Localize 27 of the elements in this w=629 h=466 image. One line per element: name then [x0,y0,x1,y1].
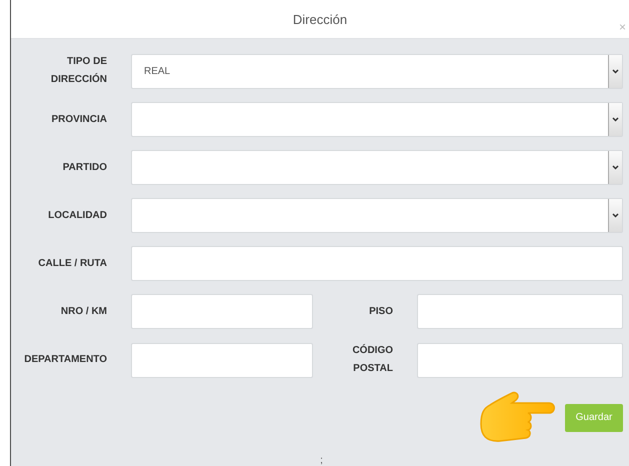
dialog-title: Dirección [292,12,348,26]
input-field[interactable] [417,342,623,378]
chevron-down-icon[interactable] [612,68,619,74]
input-field[interactable] [131,342,313,378]
chevron-down-icon[interactable] [612,213,619,218]
input-field[interactable] [417,294,623,329]
field-label: PROVINCIA [50,112,107,126]
input-field[interactable] [131,246,623,281]
field-label: DEPARTAMENTO [23,353,107,367]
pointing-hand-icon [478,391,555,444]
field-label: CÓDIGO POSTAL [351,343,394,376]
field-label: PISO [368,304,394,318]
select-field[interactable]: REAL [131,54,623,88]
field-label: NRO / KM [60,304,107,318]
select-field[interactable] [131,150,623,185]
field-label: TIPO DE DIRECCIÓN [50,55,107,87]
chevron-down-icon[interactable] [612,117,619,122]
input-field[interactable] [131,294,313,329]
field-label: PARTIDO [62,160,107,174]
chevron-down-icon[interactable] [612,165,619,170]
footer-text: ; [320,455,323,466]
close-button[interactable]: × [618,21,626,33]
select-field[interactable] [131,198,623,233]
field-label: LOCALIDAD [47,208,107,222]
field-label: CALLE / RUTA [37,256,107,270]
save-button[interactable]: Guardar [565,404,623,432]
select-field[interactable] [131,102,623,137]
